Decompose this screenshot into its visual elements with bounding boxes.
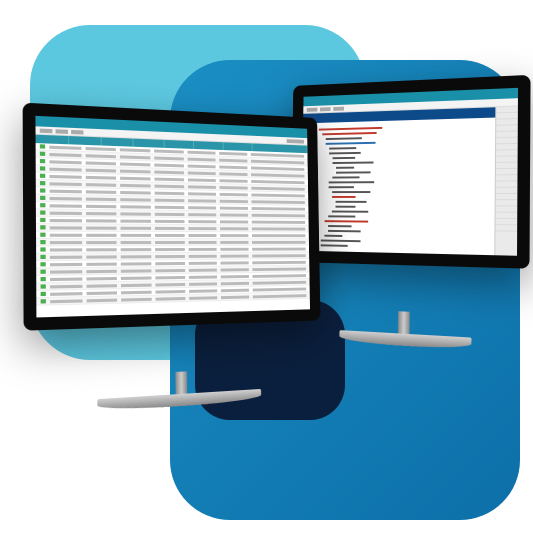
toolbar-button[interactable] <box>287 139 304 144</box>
table-body <box>36 143 310 306</box>
screen-right <box>301 88 518 256</box>
toolbar-button[interactable] <box>333 106 344 110</box>
toolbar-button[interactable] <box>40 128 53 133</box>
toolbar-button[interactable] <box>307 107 318 111</box>
table-row[interactable] <box>36 232 309 240</box>
toolbar-button[interactable] <box>56 129 68 134</box>
code-area <box>310 118 495 256</box>
toolbar-button[interactable] <box>71 129 83 134</box>
monitor-left <box>23 103 322 379</box>
toolbar-button[interactable] <box>320 107 331 111</box>
monitor-right <box>290 75 531 317</box>
right-sidebar <box>494 107 518 256</box>
screen-left <box>35 116 310 318</box>
